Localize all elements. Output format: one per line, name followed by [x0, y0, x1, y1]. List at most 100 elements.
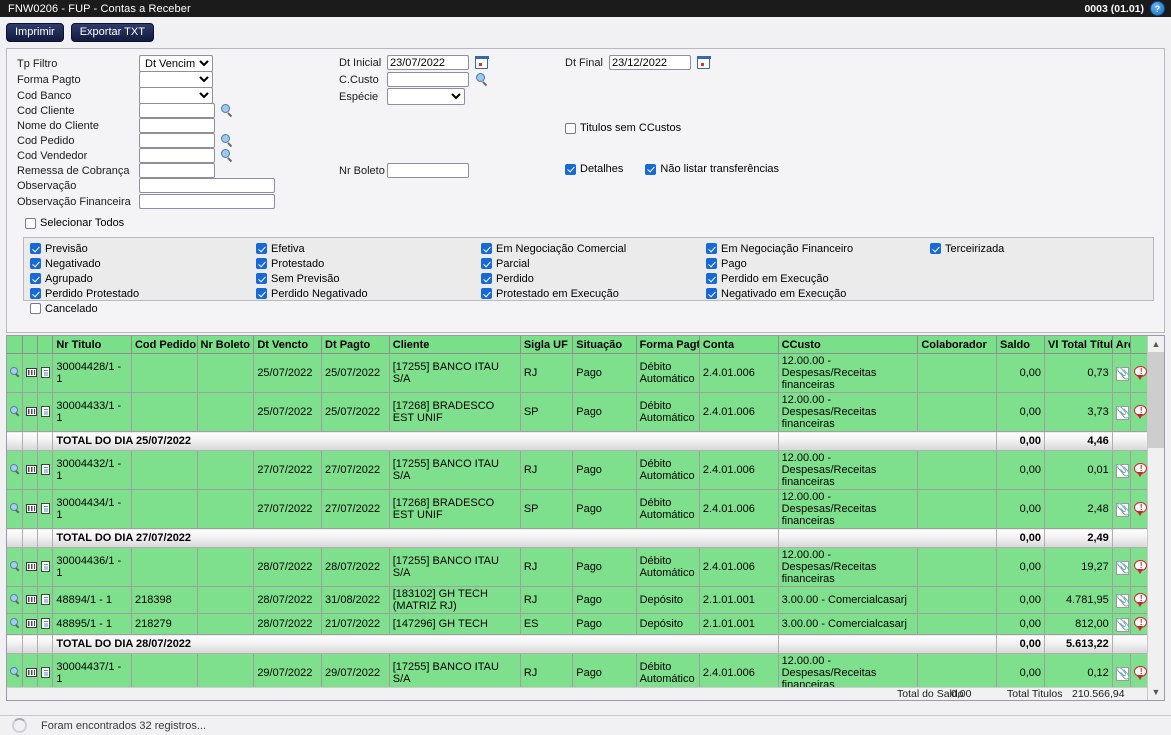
row-document-cell[interactable] — [38, 490, 53, 529]
row-search-cell[interactable] — [7, 490, 22, 529]
row-detail-icon[interactable] — [26, 504, 37, 513]
attachment-icon[interactable]: 📎 — [1116, 406, 1129, 420]
col-header-nr-titulo[interactable]: Nr Titulo — [53, 336, 132, 354]
scroll-thumb[interactable] — [1148, 352, 1164, 448]
negativado-box[interactable] — [30, 258, 41, 269]
cod-pedido-input[interactable] — [139, 133, 215, 148]
status-checkbox-efetiva[interactable]: Efetiva — [256, 241, 368, 256]
status-checkbox-em-negociacao-financeiro[interactable]: Em Negociação Financeiro — [706, 241, 853, 256]
nome-cliente-input[interactable] — [139, 118, 215, 133]
export-txt-button[interactable]: Exportar TXT — [71, 23, 154, 42]
row-search-cell[interactable] — [7, 354, 22, 393]
status-checkbox-negativado-em-execucao[interactable]: Negativado em Execução — [706, 286, 853, 301]
perdido-negativado-box[interactable] — [256, 288, 267, 299]
perdido-em-execucao-box[interactable] — [706, 273, 717, 284]
row-detail-icon[interactable] — [26, 368, 37, 377]
col-header-saldo[interactable]: Saldo — [997, 336, 1045, 354]
col-header-doc[interactable] — [38, 336, 53, 354]
perdido-box[interactable] — [481, 273, 492, 284]
agrupado-box[interactable] — [30, 273, 41, 284]
col-header-vl-total[interactable]: Vl Total Título — [1045, 336, 1113, 354]
selecionar-todos-checkbox[interactable]: Selecionar Todos — [25, 217, 124, 229]
row-search-icon[interactable] — [10, 503, 21, 514]
col-header-situacao[interactable]: Situação — [573, 336, 636, 354]
status-checkbox-em-negociacao-comercial[interactable]: Em Negociação Comercial — [481, 241, 626, 256]
status-checkbox-perdido[interactable]: Perdido — [481, 271, 626, 286]
col-header-cod-pedido[interactable]: Cod Pedido — [131, 336, 197, 354]
nao-listar-transferencias-checkbox[interactable]: Não listar transferências — [645, 163, 779, 175]
observacao-input[interactable] — [139, 178, 275, 193]
cod-pedido-search-icon[interactable] — [220, 134, 233, 147]
row-search-icon[interactable] — [10, 406, 21, 417]
col-header-ccusto[interactable]: CCusto — [778, 336, 918, 354]
cell-arquivo[interactable]: 📎 — [1112, 354, 1131, 393]
sem-previsao-box[interactable] — [256, 273, 267, 284]
status-checkbox-protestado-em-execucao[interactable]: Protestado em Execução — [481, 286, 626, 301]
tp-filtro-select[interactable]: Dt Venciment — [139, 55, 213, 72]
col-header-forma-pagto[interactable]: Forma Pagto — [636, 336, 699, 354]
col-header-expand[interactable] — [7, 336, 22, 354]
status-checkbox-parcial[interactable]: Parcial — [481, 256, 626, 271]
cell-arquivo[interactable]: 📎 — [1112, 548, 1131, 587]
dt-inicial-calendar-icon[interactable] — [475, 56, 488, 69]
row-document-icon[interactable] — [41, 367, 50, 378]
table-row[interactable]: 30004433/1 - 125/07/202225/07/2022[17268… — [7, 393, 1150, 432]
status-checkbox-terceirizada[interactable]: Terceirizada — [930, 241, 1004, 256]
row-search-cell[interactable] — [7, 451, 22, 490]
status-checkbox-agrupado[interactable]: Agrupado — [30, 271, 139, 286]
status-checkbox-pago[interactable]: Pago — [706, 256, 853, 271]
row-detail-cell[interactable] — [22, 490, 37, 529]
table-row[interactable]: 30004434/1 - 127/07/202227/07/2022[17268… — [7, 490, 1150, 529]
cell-arquivo[interactable]: 📎 — [1112, 451, 1131, 490]
em-negociacao-financeiro-box[interactable] — [706, 243, 717, 254]
row-detail-icon[interactable] — [26, 619, 37, 628]
remessa-cobranca-input[interactable] — [139, 163, 215, 178]
row-detail-icon[interactable] — [26, 407, 37, 416]
ccusto-search-icon[interactable] — [475, 73, 488, 86]
row-search-icon[interactable] — [10, 618, 21, 629]
grid-vertical-scrollbar[interactable]: ▲ ▼ — [1147, 336, 1164, 700]
row-detail-cell[interactable] — [22, 451, 37, 490]
row-detail-cell[interactable] — [22, 354, 37, 393]
col-header-arquivo[interactable]: Arquivo — [1112, 336, 1131, 354]
attachment-icon[interactable]: 📎 — [1116, 667, 1129, 681]
attachment-icon[interactable]: 📎 — [1116, 503, 1129, 517]
row-detail-cell[interactable] — [22, 587, 37, 614]
detalhes-checkbox[interactable]: Detalhes — [565, 163, 623, 175]
cod-cliente-input[interactable] — [139, 103, 215, 118]
dt-final-calendar-icon[interactable] — [697, 56, 710, 69]
row-search-icon[interactable] — [10, 367, 21, 378]
dt-inicial-input[interactable] — [387, 55, 469, 70]
negativado-em-execucao-box[interactable] — [706, 288, 717, 299]
row-document-cell[interactable] — [38, 393, 53, 432]
row-document-icon[interactable] — [41, 503, 50, 514]
em-negociacao-comercial-box[interactable] — [481, 243, 492, 254]
row-search-icon[interactable] — [10, 667, 21, 678]
row-detail-icon[interactable] — [26, 595, 37, 604]
cod-banco-select[interactable] — [139, 87, 213, 104]
attachment-icon[interactable]: 📎 — [1116, 561, 1129, 575]
row-document-icon[interactable] — [41, 561, 50, 572]
row-document-icon[interactable] — [41, 618, 50, 629]
terceirizada-box[interactable] — [930, 243, 941, 254]
row-detail-cell[interactable] — [22, 548, 37, 587]
ccusto-input[interactable] — [387, 72, 469, 87]
attachment-icon[interactable]: 📎 — [1116, 367, 1129, 381]
help-icon[interactable]: ? — [1150, 1, 1165, 16]
col-header-conta[interactable]: Conta — [699, 336, 778, 354]
selecionar-todos-box[interactable] — [25, 218, 36, 229]
row-document-icon[interactable] — [41, 406, 50, 417]
especie-select[interactable] — [387, 88, 465, 105]
col-header-colaborador[interactable]: Colaborador — [918, 336, 997, 354]
row-search-cell[interactable] — [7, 548, 22, 587]
col-header-dt-pagto[interactable]: Dt Pagto — [322, 336, 390, 354]
row-document-cell[interactable] — [38, 451, 53, 490]
previsao-box[interactable] — [30, 243, 41, 254]
cell-arquivo[interactable]: 📎 — [1112, 614, 1131, 635]
col-header-sigla-uf[interactable]: Sigla UF — [520, 336, 572, 354]
nr-boleto-input[interactable] — [387, 163, 469, 178]
status-checkbox-perdido-protestado[interactable]: Perdido Protestado — [30, 286, 139, 301]
table-row[interactable]: 30004436/1 - 128/07/202228/07/2022[17255… — [7, 548, 1150, 587]
protestado-em-execucao-box[interactable] — [481, 288, 492, 299]
status-checkbox-sem-previsao[interactable]: Sem Previsão — [256, 271, 368, 286]
